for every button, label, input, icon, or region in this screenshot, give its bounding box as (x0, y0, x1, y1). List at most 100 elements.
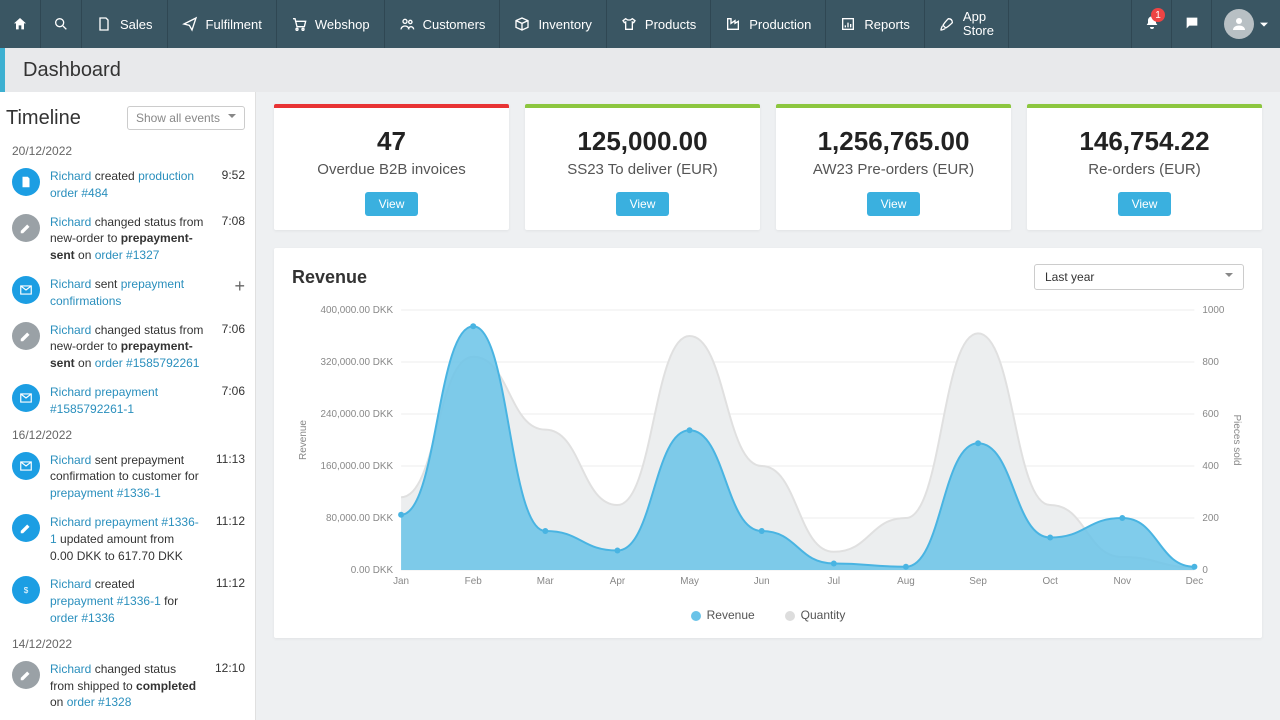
kpi-value: 47 (284, 126, 499, 157)
kpi-label: SS23 To deliver (EUR) (535, 161, 750, 178)
kpi-value: 1,256,765.00 (786, 126, 1001, 157)
timeline-item[interactable]: Richard sent prepayment confirmation to … (0, 446, 255, 508)
kpi-view-button[interactable]: View (616, 192, 670, 216)
timeline-filter-select[interactable]: Show all events (127, 106, 245, 130)
svg-text:Pieces sold: Pieces sold (1231, 414, 1242, 465)
page-title: Dashboard (23, 59, 121, 82)
timeline-text: Richard changed status from new-order to… (50, 214, 206, 264)
nav-inventory[interactable]: Inventory (500, 0, 606, 48)
prod-icon (725, 16, 741, 32)
timeline-item[interactable]: Richard changed status from new-order to… (0, 316, 255, 378)
timeline-text: Richard changed status from new-order to… (50, 322, 206, 372)
timeline-time: 7:08 (216, 214, 245, 228)
svg-text:Revenue: Revenue (298, 420, 309, 460)
nav-products[interactable]: Products (607, 0, 711, 48)
kpi-label: Re-orders (EUR) (1037, 161, 1252, 178)
svg-text:Sep: Sep (969, 576, 987, 587)
svg-text:400,000.00 DKK: 400,000.00 DKK (321, 305, 394, 316)
svg-text:0.00 DKK: 0.00 DKK (351, 565, 394, 576)
nav-label: Fulfilment (206, 17, 262, 32)
nav-home[interactable] (0, 0, 41, 48)
timeline-item[interactable]: $ Richard created prepayment #1336-1 for … (0, 570, 255, 632)
timeline-time: 7:06 (216, 384, 245, 398)
timeline-text: Richard created prepayment #1336-1 for o… (50, 576, 200, 626)
nav-app-store[interactable]: AppStore (925, 0, 1009, 48)
timeline-sidebar: Timeline Show all events 20/12/2022Richa… (0, 92, 256, 720)
box-icon (514, 16, 530, 32)
search-icon (53, 16, 69, 32)
nav-label: Sales (120, 17, 153, 32)
timeline-item[interactable]: Richard changed status from new-order to… (0, 208, 255, 270)
nav-search[interactable] (41, 0, 82, 48)
nav-reports[interactable]: Reports (826, 0, 925, 48)
timeline-pencil-icon (12, 214, 40, 242)
timeline-text: Richard prepayment #1336-1 updated amoun… (50, 514, 200, 564)
nav-sales[interactable]: Sales (82, 0, 168, 48)
nav-label: AppStore (963, 10, 994, 39)
timeline-text: Richard sent prepayment confirmations (50, 276, 220, 310)
legend-revenue: Revenue (707, 608, 755, 622)
nav-label: Customers (423, 17, 486, 32)
top-nav: Sales Fulfilment Webshop Customers Inventory… (0, 0, 1280, 48)
expand-button[interactable]: + (234, 276, 245, 297)
svg-text:Nov: Nov (1113, 576, 1131, 587)
kpi-view-button[interactable]: View (365, 192, 419, 216)
timeline-pencil-icon (12, 322, 40, 350)
svg-text:Feb: Feb (465, 576, 483, 587)
timeline-item[interactable]: Richard prepayment #1585792261-1 7:06 (0, 378, 255, 424)
nav-production[interactable]: Production (711, 0, 826, 48)
kpi-label: Overdue B2B invoices (284, 161, 499, 178)
chart-area: 0.00 DKK80,000.00 DKK160,000.00 DKK240,0… (292, 300, 1244, 600)
timeline-text: Richard prepayment #1585792261-1 (50, 384, 206, 418)
timeline-item[interactable]: Richard created production order #4849:5… (0, 162, 255, 208)
kpi-view-button[interactable]: View (867, 192, 921, 216)
nav-webshop[interactable]: Webshop (277, 0, 385, 48)
timeline-mail-icon (12, 384, 40, 412)
timeline-pencil-icon (12, 514, 40, 542)
send-icon (182, 16, 198, 32)
timeline-time: 12:10 (209, 661, 245, 675)
svg-text:80,000.00 DKK: 80,000.00 DKK (326, 513, 393, 524)
svg-text:320,000.00 DKK: 320,000.00 DKK (321, 357, 394, 368)
svg-text:Mar: Mar (537, 576, 555, 587)
messages-button[interactable] (1171, 0, 1211, 48)
timeline-item[interactable]: Richard sent prepayment confirmations + (0, 270, 255, 316)
timeline-time: 11:12 (210, 514, 245, 528)
svg-text:800: 800 (1202, 357, 1219, 368)
legend-quantity: Quantity (801, 608, 846, 622)
timeline-title: Timeline (6, 107, 81, 130)
user-menu[interactable] (1211, 0, 1280, 48)
svg-text:600: 600 (1202, 409, 1219, 420)
nav-customers[interactable]: Customers (385, 0, 501, 48)
kpi-card: 125,000.00SS23 To deliver (EUR)View (525, 104, 760, 230)
svg-text:Jan: Jan (393, 576, 409, 587)
timeline-time: 7:06 (216, 322, 245, 336)
tshirt-icon (621, 16, 637, 32)
kpi-view-button[interactable]: View (1118, 192, 1172, 216)
chart-range-select[interactable]: Last year (1034, 264, 1244, 290)
timeline-item[interactable]: Richard changed status from shipped to c… (0, 655, 255, 717)
svg-text:Oct: Oct (1042, 576, 1058, 587)
nav-label: Webshop (315, 17, 370, 32)
svg-text:Jun: Jun (754, 576, 770, 587)
timeline-text: Richard changed status from shipped to c… (50, 661, 199, 711)
kpi-card: 146,754.22Re-orders (EUR)View (1027, 104, 1262, 230)
timeline-item[interactable]: Richard prepayment #1336-1 updated amoun… (0, 508, 255, 570)
svg-text:Jul: Jul (827, 576, 840, 587)
caret-down-icon (1260, 17, 1268, 32)
timeline-money-icon: $ (12, 576, 40, 604)
page-title-bar: Dashboard (0, 48, 1280, 92)
users-icon (399, 16, 415, 32)
kpi-label: AW23 Pre-orders (EUR) (786, 161, 1001, 178)
notifications-button[interactable]: 1 (1131, 0, 1171, 48)
timeline-text: Richard created production order #484 (50, 168, 206, 202)
timeline-date: 20/12/2022 (0, 140, 255, 162)
cart-icon (291, 16, 307, 32)
kpi-card: 47 Overdue B2B invoices View (274, 104, 509, 230)
avatar-icon (1224, 9, 1254, 39)
svg-text:Aug: Aug (897, 576, 915, 587)
nav-fulfilment[interactable]: Fulfilment (168, 0, 277, 48)
svg-text:0: 0 (1202, 565, 1208, 576)
chart-title: Revenue (292, 267, 367, 288)
nav-label: Reports (864, 17, 910, 32)
